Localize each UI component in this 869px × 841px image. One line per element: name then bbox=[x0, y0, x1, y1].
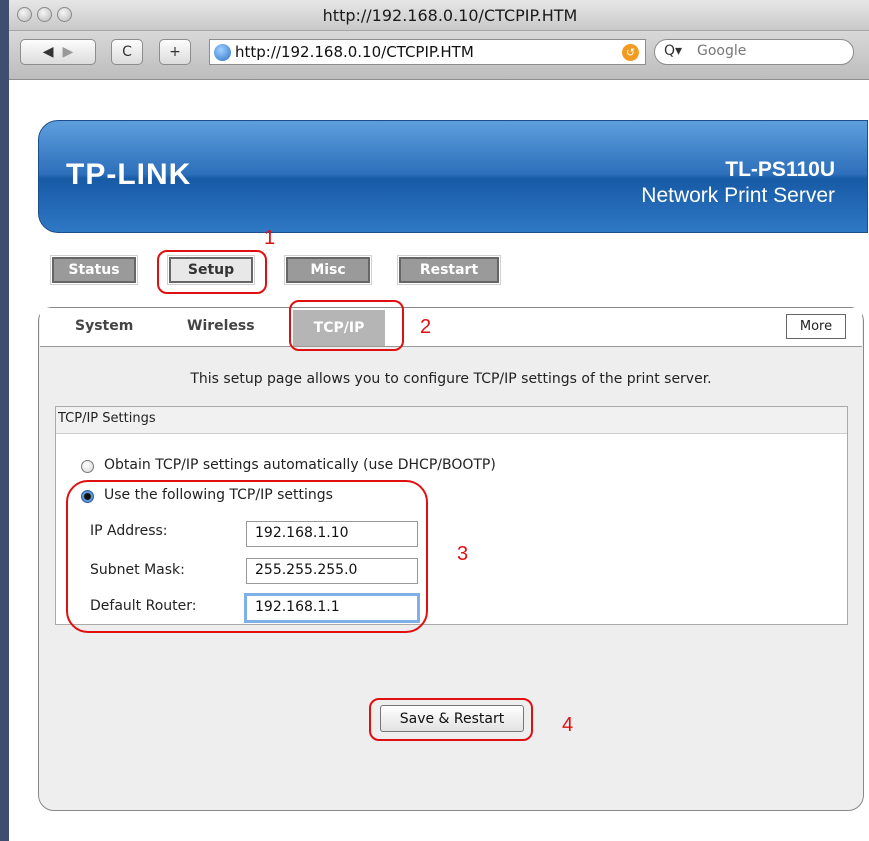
forward-arrow-icon[interactable]: ▶ bbox=[62, 44, 73, 60]
annotation-box-2 bbox=[289, 300, 404, 351]
back-forward-buttons[interactable]: ◀ ▶ bbox=[20, 39, 96, 65]
annotation-box-1 bbox=[157, 250, 267, 294]
globe-icon bbox=[214, 44, 231, 61]
search-icon: Q▾ bbox=[664, 43, 683, 59]
page-description: This setup page allows you to configure … bbox=[190, 371, 712, 387]
annotation-number-1: 1 bbox=[264, 227, 276, 249]
close-window-icon[interactable] bbox=[17, 7, 32, 22]
tab-system[interactable]: System bbox=[75, 318, 133, 334]
tab-wireless[interactable]: Wireless bbox=[187, 318, 255, 334]
address-bar[interactable]: http://192.168.0.10/CTCPIP.HTM ↺ bbox=[209, 39, 646, 65]
model-name: TL-PS110U bbox=[725, 158, 835, 181]
reload-button[interactable]: C bbox=[111, 39, 143, 65]
nav-misc-button[interactable]: Misc bbox=[284, 255, 372, 285]
nav-status-button[interactable]: Status bbox=[50, 255, 138, 285]
product-name: Network Print Server bbox=[641, 184, 835, 207]
search-placeholder: Google bbox=[697, 43, 747, 59]
back-arrow-icon[interactable]: ◀ bbox=[43, 44, 54, 60]
reload-icon: C bbox=[122, 44, 132, 60]
radio-auto-dhcp[interactable] bbox=[81, 460, 94, 473]
zoom-window-icon[interactable] bbox=[57, 7, 72, 22]
nav-restart-button[interactable]: Restart bbox=[397, 255, 501, 285]
annotation-box-3 bbox=[66, 480, 428, 633]
section-title: TCP/IP Settings bbox=[58, 411, 156, 426]
plus-icon: + bbox=[169, 44, 181, 60]
section-header bbox=[56, 407, 847, 434]
brand-logo: TP-LINK bbox=[66, 158, 192, 191]
radio-auto-label: Obtain TCP/IP settings automatically (us… bbox=[104, 457, 496, 473]
sub-tab-bar bbox=[40, 308, 862, 347]
search-input[interactable]: Q▾ Google bbox=[654, 39, 854, 65]
annotation-number-4: 4 bbox=[562, 714, 574, 736]
address-url: http://192.168.0.10/CTCPIP.HTM bbox=[235, 43, 474, 61]
more-button[interactable]: More bbox=[786, 314, 846, 339]
minimize-window-icon[interactable] bbox=[37, 7, 52, 22]
annotation-box-4 bbox=[369, 698, 533, 741]
snapback-icon[interactable]: ↺ bbox=[622, 44, 639, 61]
window-border bbox=[0, 0, 9, 841]
annotation-number-2: 2 bbox=[420, 316, 432, 338]
annotation-number-3: 3 bbox=[457, 543, 469, 565]
window-title: http://192.168.0.10/CTCPIP.HTM bbox=[322, 6, 578, 25]
add-bookmark-button[interactable]: + bbox=[159, 39, 191, 65]
